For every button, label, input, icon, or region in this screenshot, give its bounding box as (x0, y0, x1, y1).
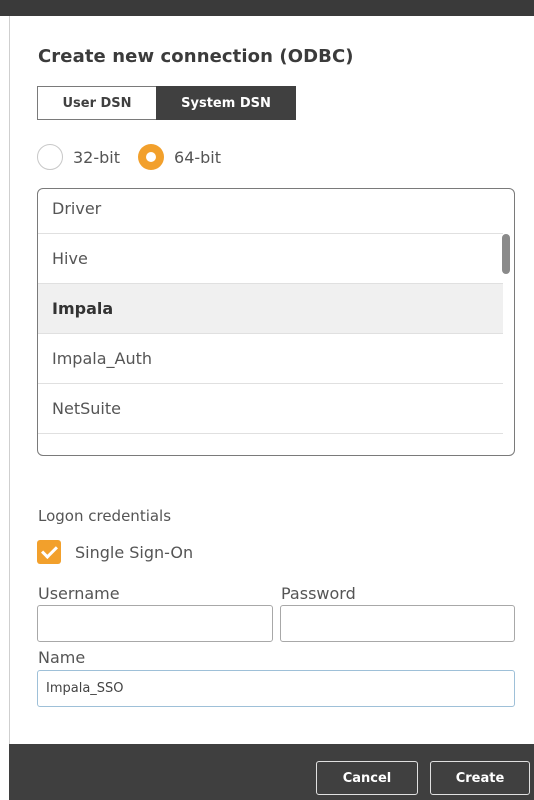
list-item-driver[interactable]: Driver (38, 189, 503, 234)
cancel-button[interactable]: Cancel (316, 761, 418, 795)
create-button[interactable]: Create (430, 761, 530, 795)
password-field[interactable] (280, 605, 515, 642)
tab-system-dsn[interactable]: System DSN (156, 86, 296, 120)
username-field[interactable] (37, 605, 273, 642)
radio-64-bit-label[interactable]: 64-bit (174, 148, 221, 167)
sso-label[interactable]: Single Sign-On (75, 543, 193, 562)
list-item-hive[interactable]: Hive (38, 234, 503, 284)
sso-checkbox[interactable] (37, 540, 61, 564)
sso-row: Single Sign-On (37, 540, 193, 564)
radio-64-bit[interactable] (138, 144, 165, 170)
top-bar (0, 0, 534, 16)
radio-32-bit[interactable] (37, 144, 63, 170)
radio-32-bit-label[interactable]: 32-bit (73, 148, 120, 167)
list-scrollbar[interactable] (502, 234, 510, 274)
bitness-radio-group: 32-bit 64-bit (37, 142, 239, 172)
name-label: Name (38, 648, 86, 667)
tab-user-dsn[interactable]: User DSN (37, 86, 156, 120)
list-item-impala-auth[interactable]: Impala_Auth (38, 334, 503, 384)
name-field[interactable] (37, 670, 515, 707)
password-label: Password (281, 584, 356, 603)
list-item-netsuite[interactable]: NetSuite (38, 384, 503, 434)
list-item-impala[interactable]: Impala (38, 284, 503, 334)
driver-list[interactable]: Driver Hive Impala Impala_Auth NetSuite (37, 188, 515, 456)
dialog-title: Create new connection (ODBC) (38, 46, 354, 67)
username-label: Username (38, 584, 120, 603)
logon-credentials-label: Logon credentials (38, 507, 172, 525)
